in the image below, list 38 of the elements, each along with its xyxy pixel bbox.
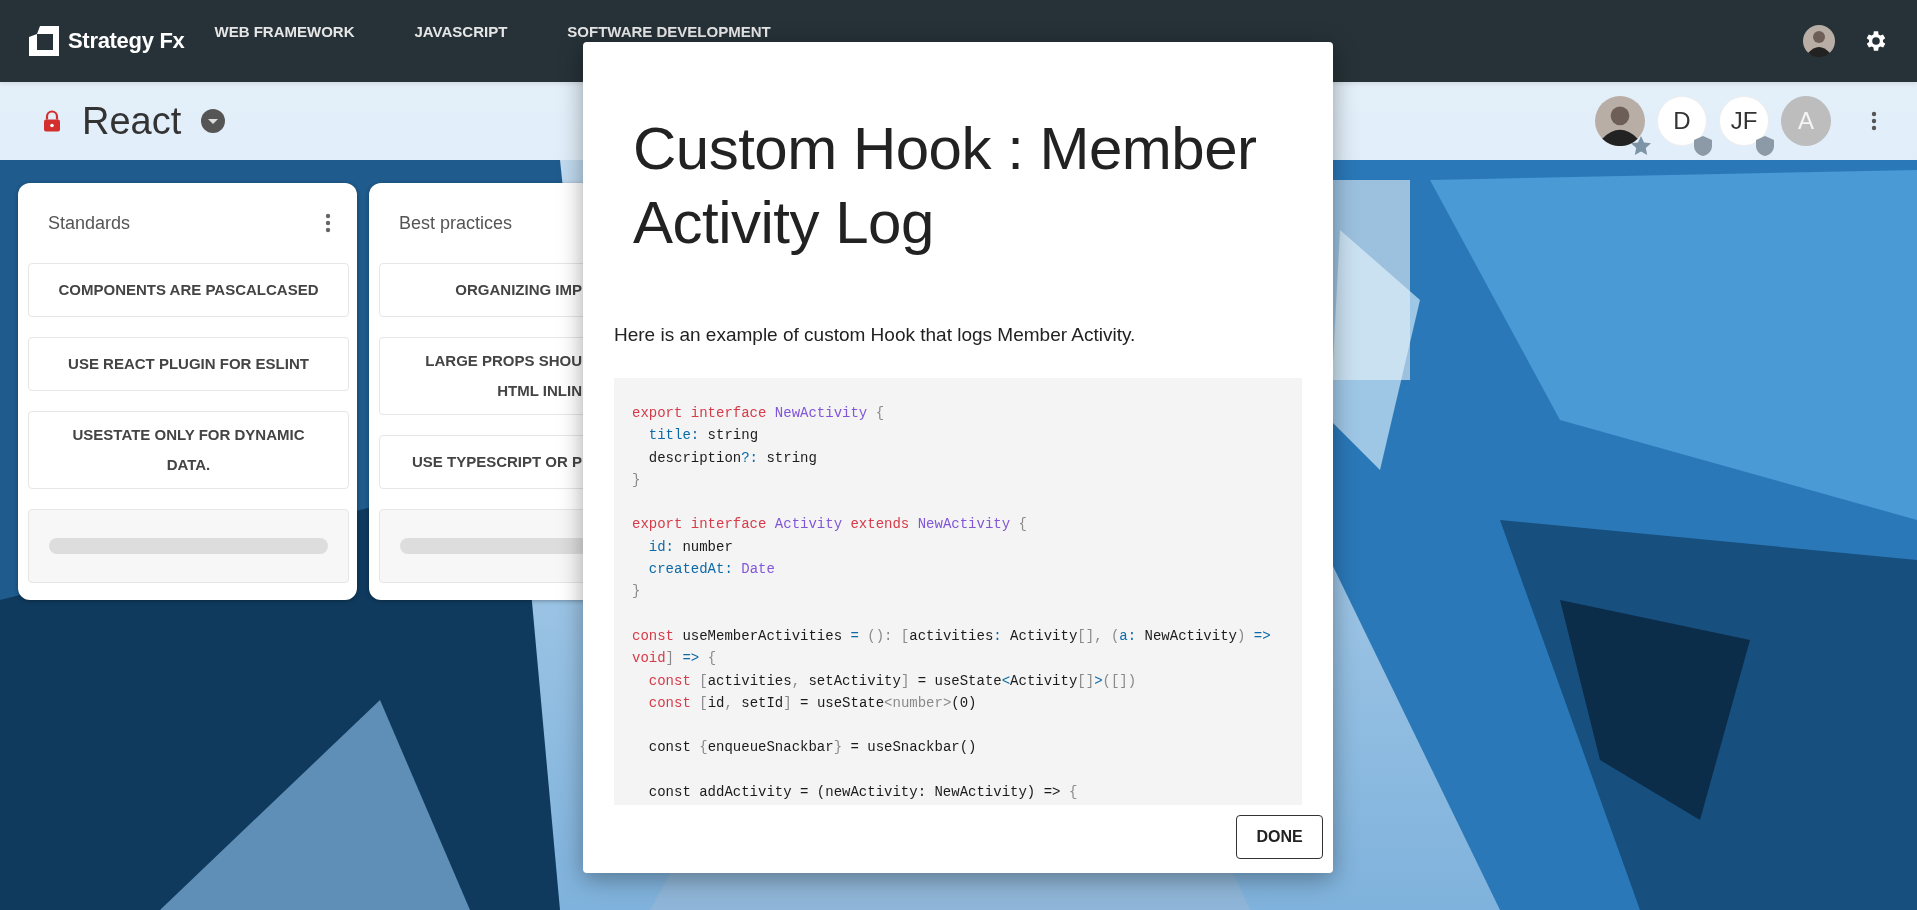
more-icon[interactable]: [325, 213, 331, 233]
logo-icon[interactable]: [28, 25, 60, 57]
board-title: React: [82, 99, 182, 143]
list-title: Best practices: [399, 212, 513, 234]
dialog-text: Here is an example of custom Hook that logs Member Activity.: [614, 324, 1137, 346]
code-line: description?: string: [647, 448, 818, 468]
done-button[interactable]: DONE: [1236, 815, 1323, 859]
code-line: const [id, setId] = useState<number>(0): [647, 693, 978, 713]
task-card[interactable]: USESTATE ONLY FOR DYNAMIC DATA.: [28, 411, 349, 489]
nav-link[interactable]: SOFTWARE DEVELOPMENT: [567, 24, 771, 40]
shield-icon: [1753, 134, 1777, 158]
brand-name[interactable]: Strategy Fx: [68, 28, 185, 54]
code-line: const [activities, setActivity] = useState<Activity[]>([]): [647, 671, 1138, 691]
nav-link[interactable]: JAVASCRIPT: [414, 24, 508, 40]
code-line: const useMemberActivities = (): [activities: Activity[], (a: NewActivity) =>: [632, 626, 1272, 646]
dialog-title: Custom Hook : Member Activity Log: [633, 114, 1258, 258]
code-line: createdAt: Date: [647, 560, 776, 580]
code-line: const addActivity = (newActivity: NewActivity) => {: [647, 783, 1079, 803]
code-line: }: [632, 582, 642, 602]
code-line: id: number: [647, 537, 734, 557]
code-line: const {enqueueSnackbar} = useSnackbar(): [647, 738, 978, 758]
user-avatar[interactable]: [1595, 96, 1645, 146]
more-icon[interactable]: [1871, 111, 1877, 131]
member-avatar[interactable]: JF: [1719, 96, 1769, 146]
code-line: title: string: [647, 426, 760, 446]
code-line: export interface Activity extends NewActivity {: [632, 515, 1028, 535]
nav-link[interactable]: WEB FRAMEWORK: [214, 24, 355, 40]
code-line: void] => {: [632, 649, 718, 669]
member-avatar[interactable]: D: [1657, 96, 1707, 146]
task-card[interactable]: COMPONENTS ARE PASCALCASED: [28, 263, 349, 317]
user-avatar[interactable]: [1803, 25, 1835, 57]
task-card[interactable]: USE REACT PLUGIN FOR ESLINT: [28, 337, 349, 391]
code-line: }: [632, 470, 642, 490]
dropdown-icon[interactable]: [201, 109, 226, 133]
shield-icon: [1691, 134, 1715, 158]
code-line: export interface NewActivity {: [632, 404, 886, 423]
star-icon: [1629, 134, 1653, 158]
list-title: Standards: [48, 212, 131, 234]
